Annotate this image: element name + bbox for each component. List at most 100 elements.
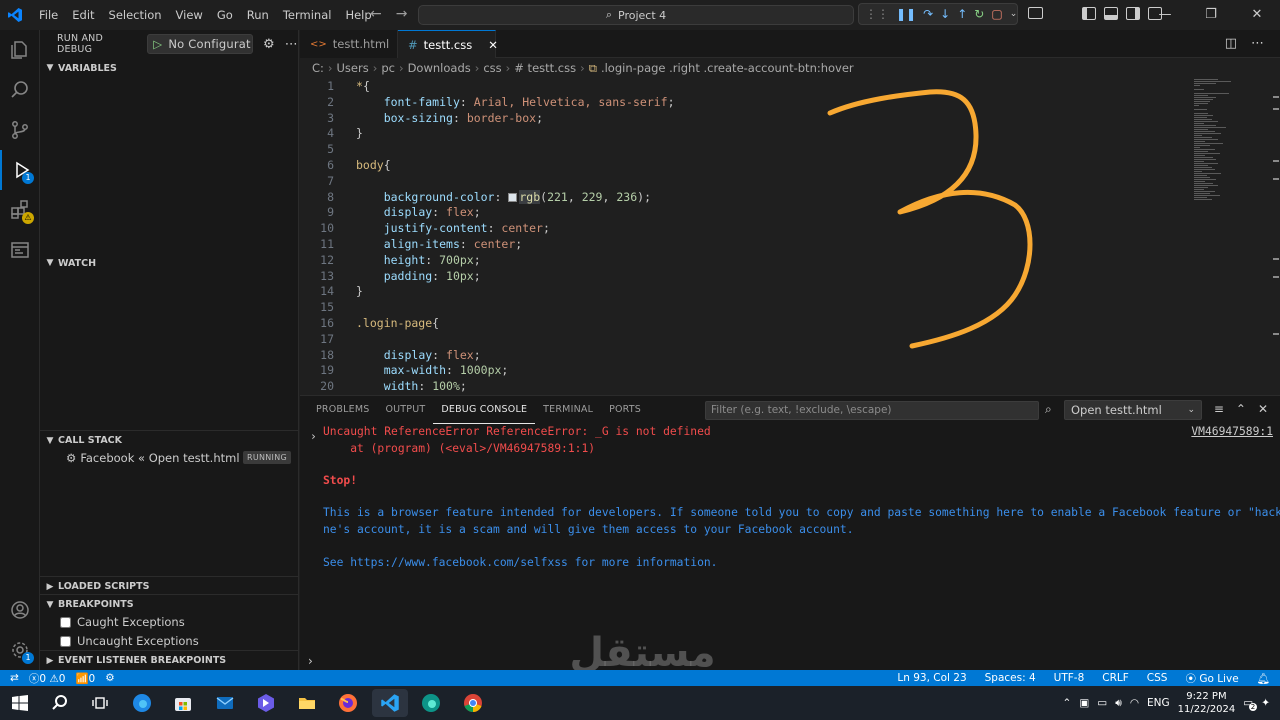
explorer-icon[interactable]	[0, 30, 40, 70]
breadcrumb-item[interactable]: Users	[337, 61, 369, 75]
code-line[interactable]: 1 *{	[300, 78, 1190, 94]
code-line[interactable]: 12 height: 700px;	[300, 252, 1190, 268]
copilot-icon[interactable]: ✦	[1261, 697, 1270, 709]
code-line[interactable]: 3 box-sizing: border-box;	[300, 110, 1190, 126]
speaker-icon[interactable]: 🔊︎	[1115, 697, 1122, 710]
code-line[interactable]: 7	[300, 173, 1190, 189]
source-control-icon[interactable]	[0, 110, 40, 150]
remote-explorer-icon[interactable]	[0, 230, 40, 270]
drag-handle-icon[interactable]: ⋮⋮	[865, 4, 889, 24]
tab-testt-html[interactable]: <> testt.html	[300, 30, 398, 58]
breakpoint-uncaught-exceptions[interactable]: Uncaught Exceptions	[60, 634, 199, 648]
menu-file[interactable]: File	[32, 0, 65, 30]
pause-icon[interactable]: ❚❚	[896, 4, 916, 24]
breadcrumb-item[interactable]: css	[483, 61, 501, 75]
debug-launch-icon[interactable]: ⚙	[105, 672, 114, 684]
breadcrumb-item[interactable]: # testt.css	[514, 61, 576, 75]
code-line[interactable]: 14}	[300, 283, 1190, 299]
app-hexagon-icon[interactable]	[248, 689, 284, 717]
task-view-icon[interactable]	[82, 689, 118, 717]
search-icon[interactable]	[42, 689, 78, 717]
console-input-prompt-icon[interactable]: ›	[308, 654, 313, 668]
section-loaded-scripts[interactable]: ▶ LOADED SCRIPTS	[40, 576, 299, 596]
toggle-panel-icon[interactable]	[1104, 7, 1118, 20]
tray-app-icon[interactable]: ▣	[1079, 697, 1089, 709]
menu-terminal[interactable]: Terminal	[276, 0, 339, 30]
battery-icon[interactable]: ▭	[1097, 697, 1107, 709]
menu-view[interactable]: View	[169, 0, 210, 30]
section-call-stack[interactable]: ▼ CALL STACK	[40, 430, 299, 450]
indentation[interactable]: Spaces: 4	[985, 672, 1036, 684]
chevron-down-icon[interactable]: ⌄	[1010, 4, 1018, 24]
overview-ruler[interactable]	[1270, 78, 1280, 394]
code-line[interactable]: 19 max-width: 1000px;	[300, 362, 1190, 378]
mail-icon[interactable]	[207, 689, 243, 717]
show-hidden-icons-icon[interactable]: ⌃	[1063, 697, 1072, 709]
wifi-icon[interactable]: ◠	[1130, 697, 1139, 709]
screencast-icon[interactable]	[1028, 7, 1043, 19]
breadcrumb-item[interactable]: Downloads	[408, 61, 471, 75]
menu-selection[interactable]: Selection	[102, 0, 169, 30]
vscode-taskbar-icon[interactable]	[372, 689, 408, 717]
ports-indicator[interactable]: 📶0	[75, 672, 95, 685]
back-arrow-icon[interactable]: ←	[370, 6, 382, 22]
tab-debug-console[interactable]: DEBUG CONSOLE	[433, 396, 536, 424]
filter-search-icon[interactable]: ⌕	[1045, 402, 1052, 417]
close-panel-icon[interactable]: ✕	[1258, 402, 1268, 416]
notifications-bell-icon[interactable]: 🔔︎	[1257, 672, 1270, 685]
start-debugging-icon[interactable]: ▷	[153, 37, 162, 51]
file-explorer-icon[interactable]	[289, 689, 325, 717]
code-line[interactable]: 10 justify-content: center;	[300, 220, 1190, 236]
tab-output[interactable]: OUTPUT	[377, 396, 433, 424]
code-line[interactable]: 5	[300, 141, 1190, 157]
accounts-icon[interactable]	[0, 590, 40, 630]
more-actions-icon[interactable]: ⋯	[1251, 36, 1264, 51]
go-live-button[interactable]: ⦿ Go Live	[1185, 671, 1238, 686]
maximize-icon[interactable]: ❐	[1188, 0, 1234, 30]
manage-gear-icon[interactable]: 1	[0, 630, 40, 670]
section-breakpoints[interactable]: ▼ BREAKPOINTS	[40, 594, 299, 614]
end-of-line[interactable]: CRLF	[1102, 672, 1129, 684]
windows-start-icon[interactable]	[2, 689, 38, 717]
caught-exceptions-checkbox[interactable]	[60, 616, 71, 628]
code-line[interactable]: 17	[300, 331, 1190, 347]
close-tab-icon[interactable]: ✕	[488, 38, 498, 52]
code-line[interactable]: 20 width: 100%;	[300, 378, 1190, 394]
command-center[interactable]: ⌕ Project 4	[418, 5, 854, 25]
edge-icon[interactable]	[124, 689, 160, 717]
menu-go[interactable]: Go	[210, 0, 240, 30]
run-and-debug-icon[interactable]: 1	[0, 150, 40, 190]
extensions-icon[interactable]: ⚠	[0, 190, 40, 230]
code-line[interactable]: 11 align-items: center;	[300, 236, 1190, 252]
restart-icon[interactable]: ↻	[974, 4, 984, 24]
menu-run[interactable]: Run	[240, 0, 276, 30]
code-line[interactable]: 18 display: flex;	[300, 347, 1190, 363]
launch-config-select[interactable]: ▷ No Configurat ⌄	[147, 34, 253, 54]
forward-arrow-icon[interactable]: →	[396, 6, 408, 22]
tab-testt-css[interactable]: # testt.css ✕	[398, 30, 498, 58]
minimize-icon[interactable]: —	[1142, 0, 1188, 30]
menu-edit[interactable]: Edit	[65, 0, 101, 30]
console-filter-input[interactable]: Filter (e.g. text, !exclude, \escape)	[705, 401, 1039, 420]
code-line[interactable]: 8 background-color: rgb(221, 229, 236);	[300, 189, 1190, 205]
breadcrumb-item[interactable]: .login-page .right .create-account-btn:h…	[601, 61, 854, 75]
clear-console-icon[interactable]: ≡	[1214, 402, 1224, 416]
close-icon[interactable]: ✕	[1234, 0, 1280, 30]
call-stack-item[interactable]: ⚙ Facebook « Open testt.html RUNNING	[40, 448, 299, 468]
section-watch[interactable]: ▼ WATCH	[40, 253, 299, 273]
code-line[interactable]: 15	[300, 299, 1190, 315]
stop-icon[interactable]: ▢	[991, 4, 1002, 24]
microsoft-store-icon[interactable]	[165, 689, 201, 717]
minimap[interactable]	[1190, 78, 1280, 394]
chrome-icon[interactable]	[455, 689, 491, 717]
step-out-icon[interactable]: ↑	[957, 4, 967, 24]
language-indicator[interactable]: ENG	[1147, 697, 1170, 709]
firefox-icon[interactable]	[330, 689, 366, 717]
maximize-panel-icon[interactable]: ⌃	[1236, 402, 1246, 416]
code-line[interactable]: 13 padding: 10px;	[300, 268, 1190, 284]
code-line[interactable]: 2 font-family: Arial, Helvetica, sans-se…	[300, 94, 1190, 110]
more-actions-icon[interactable]: ⋯	[285, 37, 298, 52]
clock[interactable]: 9:22 PM 11/22/2024	[1178, 690, 1236, 716]
cursor-position[interactable]: Ln 93, Col 23	[897, 672, 966, 684]
breadcrumb-item[interactable]: C:	[312, 61, 324, 75]
